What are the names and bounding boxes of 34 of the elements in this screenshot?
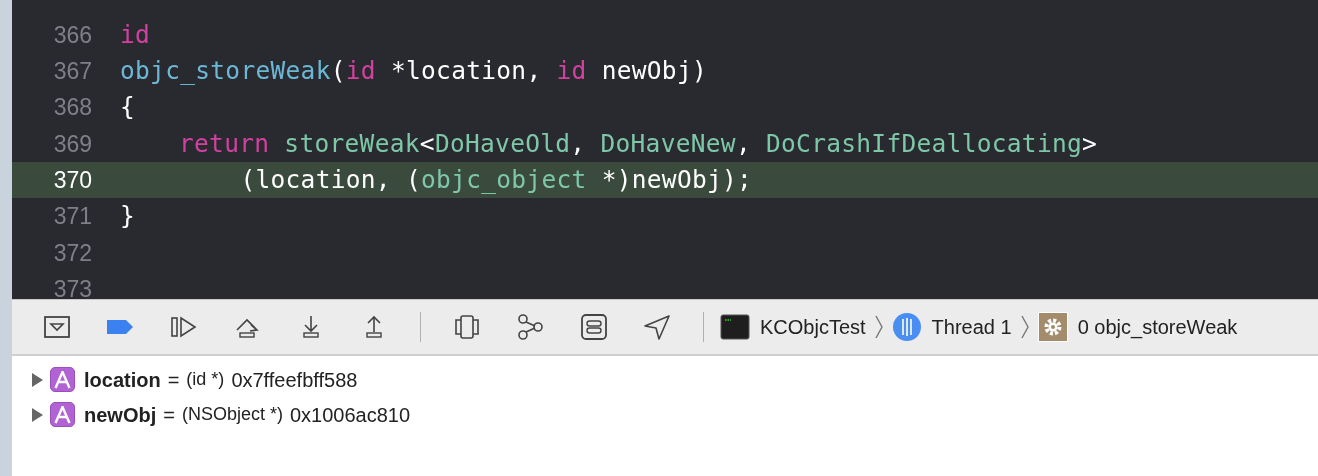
code-line: (location, (objc_object *)newObj); <box>239 163 753 196</box>
line-number: 373 <box>52 274 92 299</box>
variable-kind-icon <box>50 402 75 427</box>
chevron-icon <box>1019 313 1030 341</box>
code-line: { <box>120 91 136 124</box>
code-line: id <box>120 18 151 51</box>
code-line: return storeWeak<DoHaveOld, DoHaveNew, DoCrashIfDeallocating> <box>178 127 1098 160</box>
disclosure-triangle[interactable] <box>30 371 44 388</box>
terminal-icon <box>720 313 750 341</box>
line-number: 367 <box>52 57 92 87</box>
variable-value: 0x7ffeefbff588 <box>231 367 358 393</box>
code-line: } <box>120 200 136 233</box>
variable-name: location <box>84 367 161 393</box>
chevron-icon <box>873 313 884 341</box>
variable-type: (NSObject *) <box>181 403 283 426</box>
equals-sign: = <box>167 367 180 393</box>
line-number: 370 <box>52 166 92 196</box>
breadcrumb-item[interactable]: KCObjcTest <box>720 312 866 342</box>
breadcrumb-item[interactable]: 0 objc_storeWeak <box>1037 312 1238 342</box>
gear-icon <box>1037 312 1068 342</box>
equals-sign: = <box>163 402 175 428</box>
line-number: 371 <box>52 202 92 232</box>
line-number: 366 <box>52 20 92 50</box>
line-number: 369 <box>52 129 92 159</box>
variable-kind-icon <box>50 367 75 392</box>
line-number: 372 <box>52 238 92 268</box>
variable-name: newObj <box>84 402 157 428</box>
variable-type: (id *) <box>186 368 225 391</box>
thread-icon <box>891 312 922 342</box>
disclosure-triangle[interactable] <box>30 406 44 423</box>
breadcrumb-item[interactable]: Thread 1 <box>891 312 1012 342</box>
code-line: objc_storeWeak(id *location, id newObj) <box>120 55 707 88</box>
line-number: 368 <box>52 93 92 123</box>
variable-value: 0x1006ac810 <box>289 402 411 428</box>
